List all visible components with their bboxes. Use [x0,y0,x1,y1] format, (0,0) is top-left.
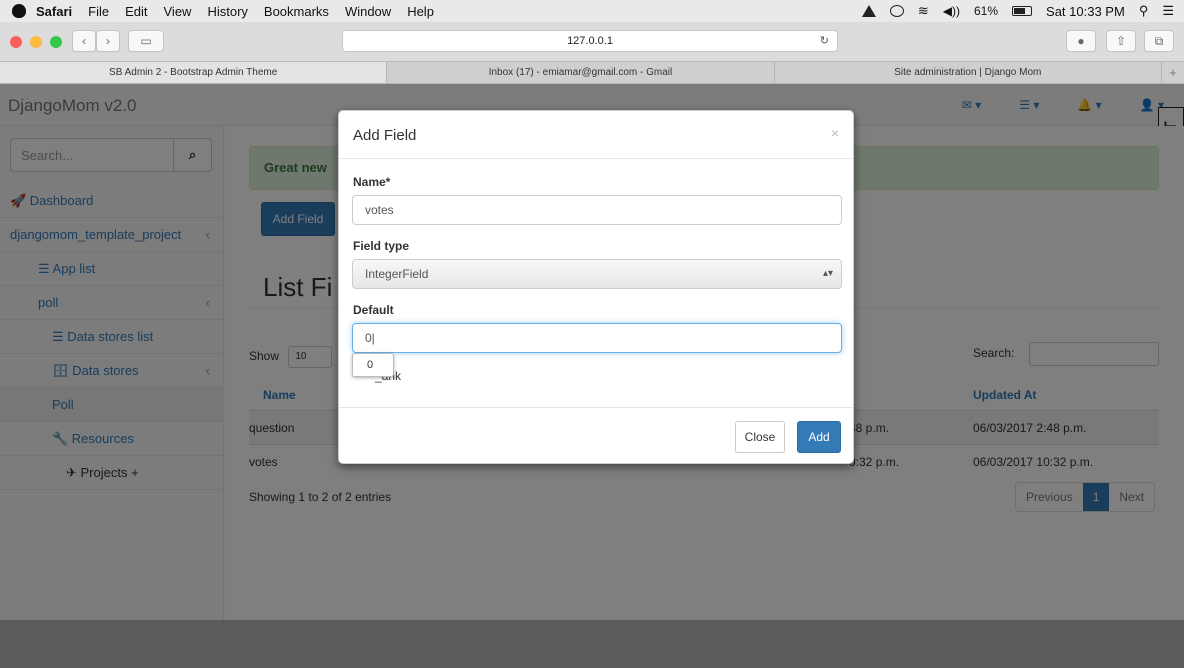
modal-title: Add Field [353,127,417,144]
apple-icon[interactable] [12,4,26,18]
battery-percent: 61% [974,4,999,18]
new-tab-button[interactable]: + [1162,62,1184,83]
mac-menubar: Safari File Edit View History Bookmarks … [0,0,1184,22]
back-button[interactable]: ‹ [72,30,96,52]
tab-django-admin[interactable]: Site administration | Django Mom [775,62,1162,83]
zoom-window-icon[interactable] [50,36,62,48]
add-button[interactable]: Add [797,421,841,453]
menu-app[interactable]: Safari [36,4,72,19]
forward-button[interactable]: › [96,30,120,52]
minimize-window-icon[interactable] [30,36,42,48]
sidebar-toggle-button[interactable]: ▭ [128,30,164,52]
menu-file[interactable]: File [88,4,109,19]
share-button[interactable]: ⇧ [1106,30,1136,52]
add-field-modal: Add Field × Name* votes Field type Integ… [338,110,854,464]
default-field[interactable]: 0| [352,323,842,353]
check-icon[interactable] [889,5,904,17]
status-area: ≋ ◀)) 61% Sat 10:33 PM ⚲ ☰ [861,3,1174,19]
name-field[interactable]: votes [352,195,842,225]
menu-edit[interactable]: Edit [125,4,147,19]
menu-history[interactable]: History [207,4,247,19]
tabs-overview-button[interactable]: ⧉ [1144,30,1174,52]
close-button[interactable]: Close [735,421,785,453]
backdrop-bottom [0,620,1184,668]
menu-view[interactable]: View [164,4,192,19]
menu-bookmarks[interactable]: Bookmarks [264,4,329,19]
clock[interactable]: Sat 10:33 PM [1046,4,1125,19]
reload-icon[interactable]: ↻ [820,31,829,51]
close-icon[interactable]: × [831,125,839,141]
notification-center-icon[interactable]: ☰ [1162,3,1174,19]
name-label: Name* [353,175,391,189]
extension-button[interactable]: ● [1066,30,1096,52]
field-type-select[interactable]: IntegerField ▴▾ [352,259,842,289]
screen: Safari File Edit View History Bookmarks … [0,0,1184,668]
battery-icon[interactable] [1012,6,1033,16]
modal-header: Add Field × [339,111,853,159]
address-bar[interactable]: 127.0.0.1 ↻ [342,30,838,52]
volume-icon[interactable]: ◀)) [943,4,960,18]
close-window-icon[interactable] [10,36,22,48]
wifi-icon[interactable]: ≋ [918,3,929,19]
url-text: 127.0.0.1 [567,35,613,47]
tab-bar: SB Admin 2 - Bootstrap Admin Theme Inbox… [0,62,1184,84]
spotlight-icon[interactable]: ⚲ [1139,3,1149,19]
select-arrows-icon: ▴▾ [822,268,833,279]
browser-toolbar: ‹ › ▭ 127.0.0.1 ↻ ● ⇧ ⧉ [0,22,1184,62]
field-type-value: IntegerField [365,267,429,281]
drive-icon[interactable] [861,5,876,17]
autocomplete-suggestion[interactable]: 0 [352,353,394,377]
field-type-label: Field type [353,239,410,253]
default-label: Default [353,303,394,317]
menu-window[interactable]: Window [345,4,391,19]
tab-sb-admin[interactable]: SB Admin 2 - Bootstrap Admin Theme [0,62,388,83]
modal-footer [339,407,853,408]
menu-help[interactable]: Help [407,4,434,19]
tab-gmail[interactable]: Inbox (17) - emiamar@gmail.com - Gmail [387,62,775,83]
